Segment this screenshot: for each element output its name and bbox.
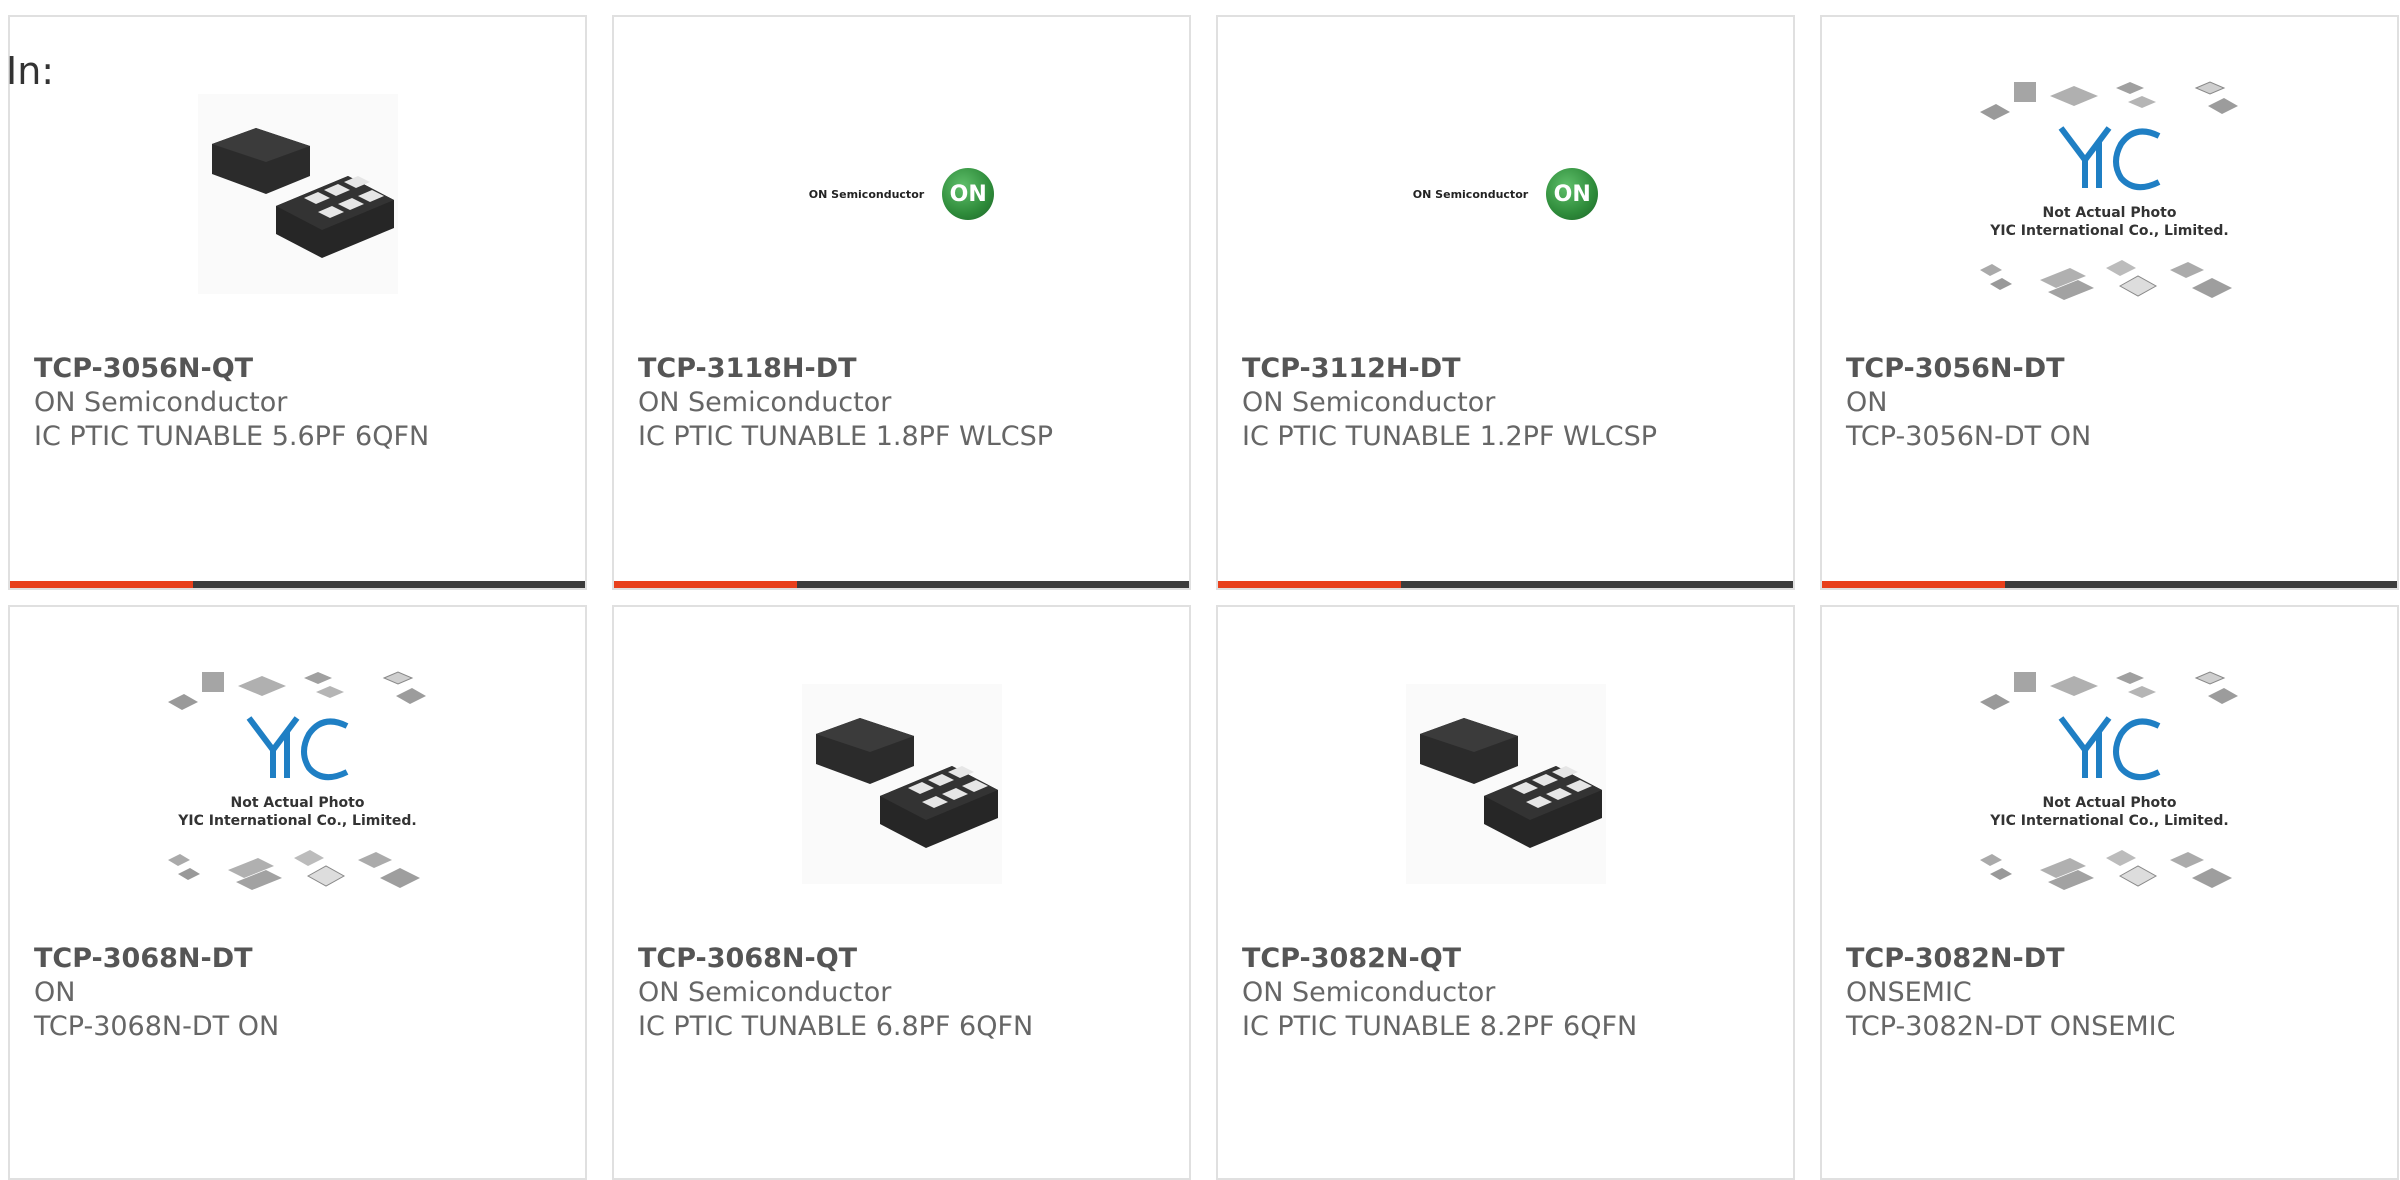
- product-card[interactable]: ON Semiconductor ON TCP-3112H-DT ON Semi…: [1216, 15, 1795, 590]
- not-actual-photo-placeholder: Not Actual Photo YIC International Co., …: [1970, 74, 2250, 314]
- description: IC PTIC TUNABLE 1.2PF WLCSP: [1242, 421, 1658, 452]
- yic-logo-icon: [246, 716, 348, 781]
- on-logo-icon: ON: [942, 168, 995, 220]
- manufacturer: ONSEMIC: [1846, 977, 1972, 1008]
- part-number-link[interactable]: TCP-3056N-DT: [1846, 352, 2387, 386]
- part-number-link[interactable]: TCP-3056N-QT: [34, 352, 575, 386]
- description: IC PTIC TUNABLE 1.8PF WLCSP: [638, 421, 1054, 452]
- part-number-link[interactable]: TCP-3068N-QT: [638, 942, 1179, 976]
- part-number-link[interactable]: TCP-3068N-DT: [34, 942, 575, 976]
- chip-collection-icon: [1979, 81, 2238, 300]
- qfn-chip-icon: [1405, 684, 1606, 884]
- product-card[interactable]: ON Semiconductor ON TCP-3118H-DT ON Semi…: [612, 15, 1191, 590]
- manufacturer: ON Semiconductor: [638, 387, 892, 418]
- description: TCP-3082N-DT ONSEMIC: [1846, 1011, 2176, 1042]
- not-actual-photo-placeholder: Not Actual Photo YIC International Co., …: [1970, 664, 2250, 904]
- chip-collection-icon: [167, 671, 426, 890]
- on-semiconductor-logo: ON Semiconductor ON: [1413, 168, 1599, 220]
- product-image[interactable]: [1218, 645, 1793, 923]
- product-card[interactable]: Not Actual Photo YIC International Co., …: [1820, 15, 2399, 590]
- product-card[interactable]: TCP-3082N-QT ON Semiconductor IC PTIC TU…: [1216, 605, 1795, 1180]
- product-image[interactable]: Not Actual Photo YIC International Co., …: [10, 645, 585, 923]
- manufacturer: ON Semiconductor: [638, 977, 892, 1008]
- card-bottom-bar: [10, 581, 585, 588]
- on-logo-icon: ON: [1546, 168, 1599, 220]
- card-bottom-bar: [614, 581, 1189, 588]
- part-number-link[interactable]: TCP-3112H-DT: [1242, 352, 1783, 386]
- yic-logo-icon: [2058, 126, 2160, 191]
- description: TCP-3068N-DT ON: [34, 1011, 280, 1042]
- product-image[interactable]: ON Semiconductor ON: [1218, 55, 1793, 333]
- on-semiconductor-logo: ON Semiconductor ON: [809, 168, 995, 220]
- manufacturer: ON Semiconductor: [34, 387, 288, 418]
- qfn-chip-icon: [197, 94, 398, 294]
- card-bottom-bar: [1218, 581, 1793, 588]
- product-image[interactable]: ON Semiconductor ON: [614, 55, 1189, 333]
- product-card[interactable]: TCP-3068N-QT ON Semiconductor IC PTIC TU…: [612, 605, 1191, 1180]
- not-actual-photo-placeholder: Not Actual Photo YIC International Co., …: [158, 664, 438, 904]
- manufacturer: ON: [34, 977, 76, 1008]
- card-bottom-bar: [1822, 581, 2397, 588]
- product-grid: TCP-3056N-QT ON Semiconductor IC PTIC TU…: [8, 15, 2400, 1180]
- filter-label: In:: [6, 49, 55, 93]
- manufacturer: ON Semiconductor: [1242, 387, 1496, 418]
- part-number-link[interactable]: TCP-3118H-DT: [638, 352, 1179, 386]
- description: IC PTIC TUNABLE 5.6PF 6QFN: [34, 421, 430, 452]
- part-number-link[interactable]: TCP-3082N-DT: [1846, 942, 2387, 976]
- chip-collection-icon: [1979, 671, 2238, 890]
- description: TCP-3056N-DT ON: [1846, 421, 2092, 452]
- product-card[interactable]: Not Actual Photo YIC International Co., …: [1820, 605, 2399, 1180]
- product-card[interactable]: TCP-3056N-QT ON Semiconductor IC PTIC TU…: [8, 15, 587, 590]
- qfn-chip-icon: [801, 684, 1002, 884]
- product-image[interactable]: [614, 645, 1189, 923]
- product-image[interactable]: [10, 55, 585, 333]
- manufacturer: ON: [1846, 387, 1888, 418]
- product-image[interactable]: Not Actual Photo YIC International Co., …: [1822, 645, 2397, 923]
- yic-logo-icon: [2058, 716, 2160, 781]
- product-image[interactable]: Not Actual Photo YIC International Co., …: [1822, 55, 2397, 333]
- description: IC PTIC TUNABLE 8.2PF 6QFN: [1242, 1011, 1638, 1042]
- product-card[interactable]: Not Actual Photo YIC International Co., …: [8, 605, 587, 1180]
- part-number-link[interactable]: TCP-3082N-QT: [1242, 942, 1783, 976]
- description: IC PTIC TUNABLE 6.8PF 6QFN: [638, 1011, 1034, 1042]
- manufacturer: ON Semiconductor: [1242, 977, 1496, 1008]
